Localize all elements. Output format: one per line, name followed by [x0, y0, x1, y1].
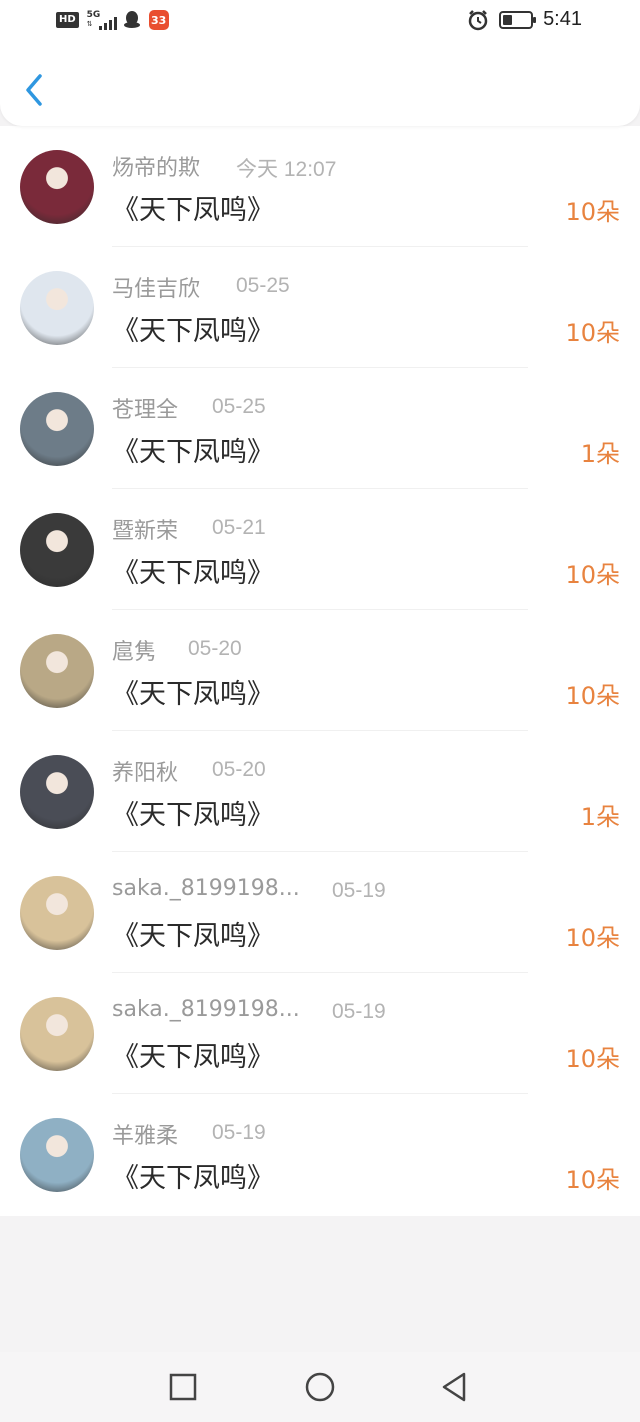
flower-amount: 10朵	[565, 1166, 620, 1194]
avatar[interactable]	[20, 997, 94, 1071]
data-arrows-icon: ⇅	[86, 20, 93, 28]
avatar[interactable]	[20, 876, 94, 950]
user-name: 养阳秋	[112, 761, 179, 786]
list-item[interactable]: 炀帝的欺 今天 12:07 《天下凤鸣》 10朵	[0, 126, 640, 247]
status-bar: HD 5G ⇅ 33 5:41	[0, 0, 640, 44]
back-chevron-icon[interactable]	[20, 72, 48, 108]
book-title: 《天下凤鸣》	[112, 1042, 274, 1073]
flower-amount: 10朵	[565, 319, 620, 347]
triangle-back-icon[interactable]	[438, 1370, 472, 1404]
status-left: HD 5G ⇅ 33	[56, 10, 169, 30]
alarm-icon	[468, 9, 488, 30]
book-title: 《天下凤鸣》	[112, 1163, 274, 1194]
system-nav-bar	[0, 1352, 640, 1422]
flower-amount: 1朵	[580, 440, 620, 468]
record-date: 05-19	[332, 879, 386, 902]
book-title: 《天下凤鸣》	[112, 437, 274, 468]
record-date: 05-19	[212, 1121, 266, 1144]
hd-icon: HD	[56, 12, 79, 28]
square-icon[interactable]	[166, 1370, 200, 1404]
user-name: saka._8199198...	[112, 997, 300, 1022]
book-title: 《天下凤鸣》	[112, 679, 274, 710]
record-date: 05-25	[236, 274, 290, 297]
signal-icon: 5G ⇅	[86, 10, 117, 30]
record-date: 05-19	[332, 1000, 386, 1023]
battery-icon	[499, 10, 537, 29]
book-title: 《天下凤鸣》	[112, 316, 274, 347]
status-right: 5:41	[467, 8, 582, 31]
list-item[interactable]: saka._8199198... 05-19 《天下凤鸣》 10朵	[0, 973, 640, 1094]
avatar[interactable]	[20, 271, 94, 345]
book-title: 《天下凤鸣》	[112, 195, 274, 226]
avatar[interactable]	[20, 513, 94, 587]
flower-amount: 10朵	[565, 561, 620, 589]
user-name: 羊雅柔	[112, 1124, 179, 1149]
flower-amount: 10朵	[565, 924, 620, 952]
user-name: 扈隽	[112, 640, 157, 665]
book-title: 《天下凤鸣》	[112, 921, 274, 952]
list-item[interactable]: 暨新荣 05-21 《天下凤鸣》 10朵	[0, 489, 640, 610]
qq-icon	[123, 11, 140, 28]
book-title: 《天下凤鸣》	[112, 800, 274, 831]
avatar[interactable]	[20, 755, 94, 829]
user-name: 马佳吉欣	[112, 277, 201, 302]
flower-amount: 10朵	[565, 682, 620, 710]
user-name: 炀帝的欺	[112, 156, 201, 181]
app-notification-icon: 33	[148, 10, 169, 30]
flower-amount: 10朵	[565, 198, 620, 226]
record-date: 05-25	[212, 395, 266, 418]
user-name: 暨新荣	[112, 519, 179, 544]
record-date: 今天 12:07	[236, 158, 337, 181]
user-name: saka._8199198...	[112, 876, 300, 901]
list-item[interactable]: saka._8199198... 05-19 《天下凤鸣》 10朵	[0, 852, 640, 973]
list-item[interactable]: 苍理全 05-25 《天下凤鸣》 1朵	[0, 368, 640, 489]
header-card: HD 5G ⇅ 33 5:41	[0, 0, 640, 126]
screen: HD 5G ⇅ 33 5:41 炀帝的欺 今天 12:07 《天下凤鸣》 10朵…	[0, 0, 640, 1422]
gift-record-list: 炀帝的欺 今天 12:07 《天下凤鸣》 10朵 马佳吉欣 05-25 《天下凤鸣》 10朵苍…	[0, 126, 640, 1216]
book-title: 《天下凤鸣》	[112, 558, 274, 589]
list-item[interactable]: 养阳秋 05-20 《天下凤鸣》 1朵	[0, 731, 640, 852]
record-date: 05-21	[212, 516, 266, 539]
list-item[interactable]: 羊雅柔 05-19 《天下凤鸣》 10朵	[0, 1094, 640, 1215]
circle-icon[interactable]	[303, 1370, 337, 1404]
flower-amount: 10朵	[565, 1045, 620, 1073]
record-date: 05-20	[212, 758, 266, 781]
avatar[interactable]	[20, 150, 94, 224]
avatar[interactable]	[20, 392, 94, 466]
flower-amount: 1朵	[580, 803, 620, 831]
list-item[interactable]: 扈隽 05-20 《天下凤鸣》 10朵	[0, 610, 640, 731]
avatar[interactable]	[20, 634, 94, 708]
list-item[interactable]: 马佳吉欣 05-25 《天下凤鸣》 10朵	[0, 247, 640, 368]
user-name: 苍理全	[112, 398, 179, 423]
record-date: 05-20	[188, 637, 242, 660]
avatar[interactable]	[20, 1118, 94, 1192]
clock: 5:41	[543, 8, 582, 30]
